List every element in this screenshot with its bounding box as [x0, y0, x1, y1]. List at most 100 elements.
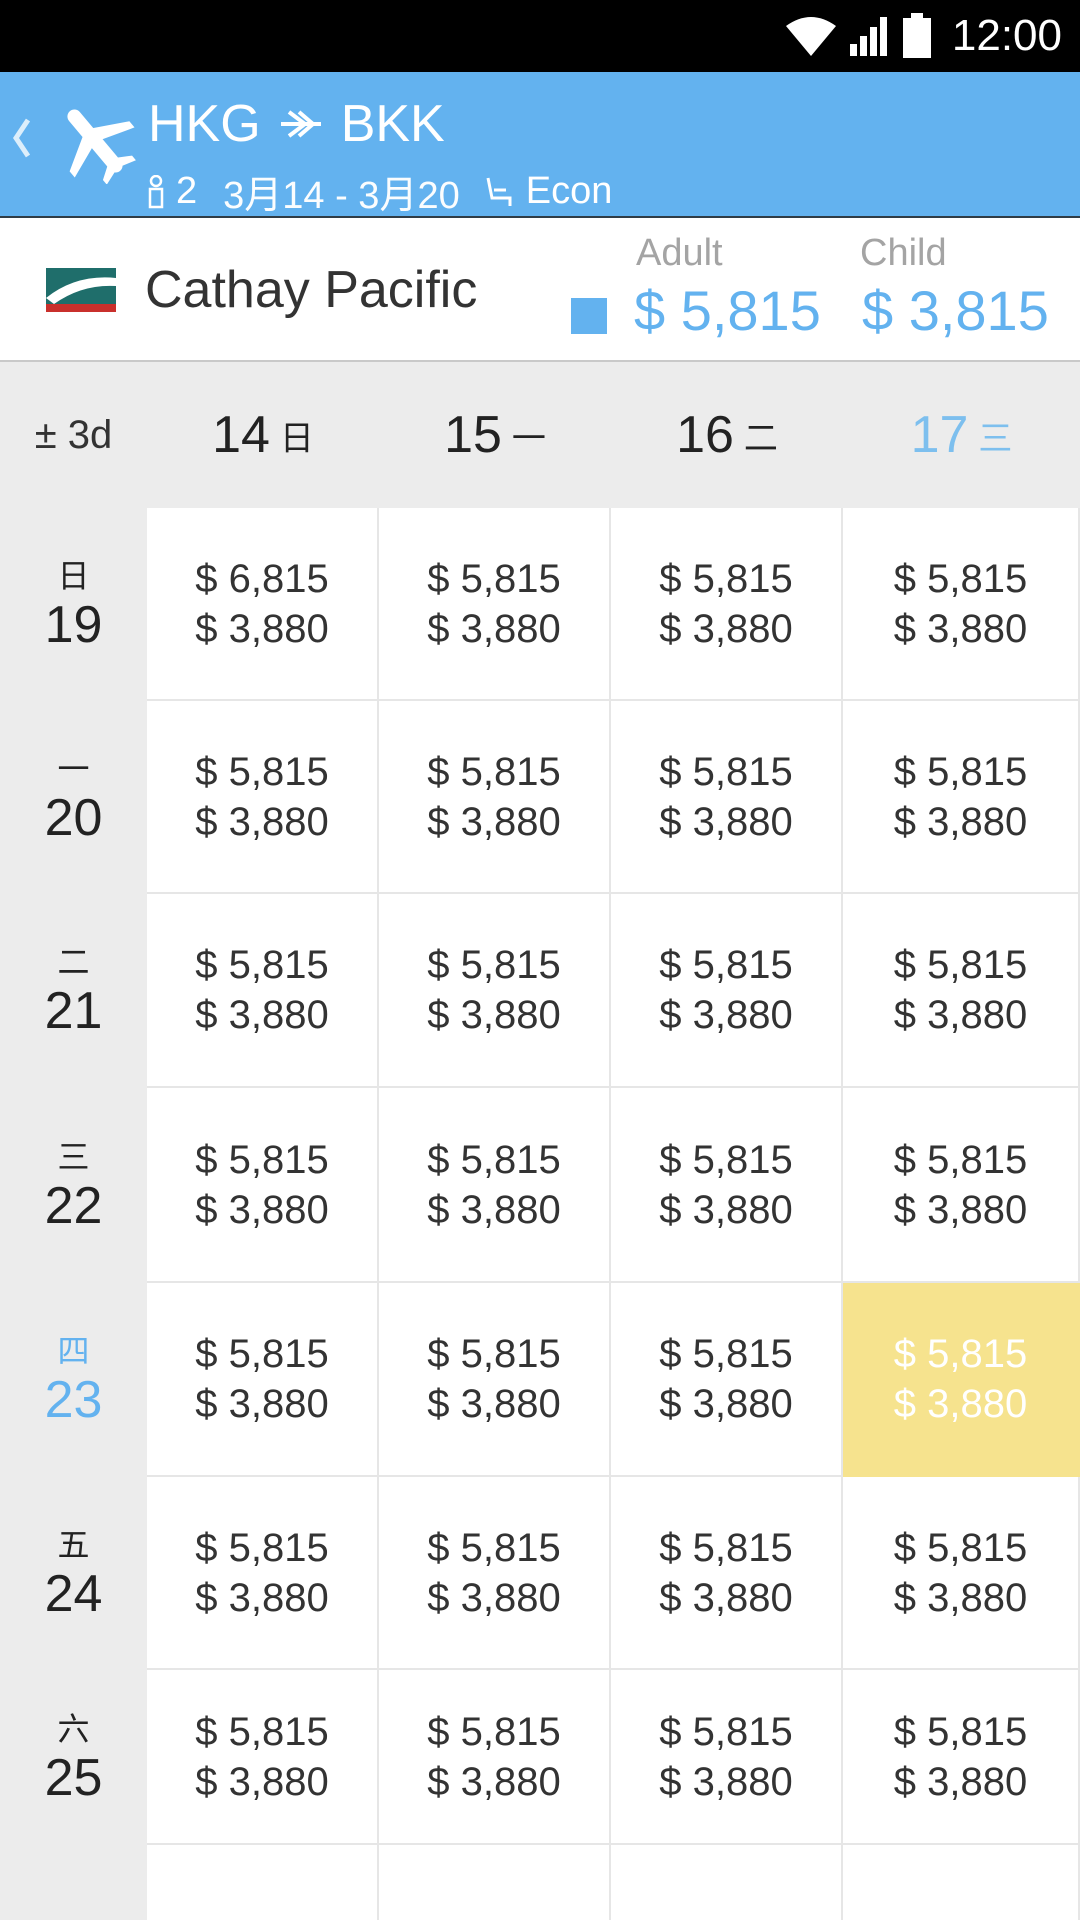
price-cell-selected[interactable]: $ 5,815 $ 3,880	[843, 1283, 1080, 1477]
price-cell[interactable]: $ 5,815 $ 3,880	[147, 1477, 379, 1670]
price-cell[interactable]: $ 5,815 $ 3,880	[843, 701, 1080, 894]
child-fare: $ 3,880	[195, 606, 329, 651]
child-fare: $ 3,880	[893, 606, 1028, 651]
child-fare: $ 3,880	[659, 1759, 793, 1804]
price-cell[interactable]: $ 5,815 $ 3,880	[611, 894, 843, 1088]
child-price: $ 3,815	[862, 279, 1049, 342]
column-weekday: 三	[978, 419, 1013, 458]
adult-fare: $ 5,815	[893, 556, 1028, 601]
row-weekday: 日	[57, 557, 90, 594]
child-fare: $ 3,880	[659, 1187, 793, 1232]
row-header[interactable]: 五 24	[0, 1477, 147, 1670]
child-fare: $ 3,880	[427, 1382, 561, 1426]
row-weekday: 五	[57, 1526, 90, 1563]
column-header-selected[interactable]: 17 三	[843, 362, 1080, 508]
child-fare: $ 3,880	[893, 1382, 1028, 1426]
adult-fare: $ 5,815	[195, 1709, 329, 1754]
price-cell[interactable]: $ 5,815 $ 3,880	[147, 701, 379, 894]
price-cell[interactable]: $ 5,815 $ 3,880	[379, 701, 611, 894]
price-cell[interactable]: $ 5,815 $ 3,880	[843, 1670, 1080, 1845]
date-range-toggle[interactable]: ± 3d	[0, 362, 147, 508]
adult-fare: $ 5,815	[893, 1709, 1028, 1754]
price-cell-partial	[611, 1845, 843, 1920]
column-header[interactable]: 14 日	[147, 362, 379, 508]
row-header-selected[interactable]: 四 23	[0, 1283, 147, 1477]
price-color-marker	[571, 298, 607, 334]
price-cell[interactable]: $ 5,815 $ 3,880	[147, 894, 379, 1088]
column-header[interactable]: 15 一	[379, 362, 611, 508]
row-date: 20	[44, 788, 103, 847]
price-cell[interactable]: $ 5,815 $ 3,880	[611, 1283, 843, 1477]
adult-fare: $ 5,815	[427, 1525, 561, 1570]
adult-fare: $ 5,815	[659, 1332, 793, 1376]
row-header-partial	[0, 1845, 147, 1920]
row-date: 23	[44, 1371, 103, 1429]
price-cell[interactable]: $ 5,815 $ 3,880	[379, 894, 611, 1088]
column-header[interactable]: 16 二	[611, 362, 843, 508]
price-cell[interactable]: $ 5,815 $ 3,880	[611, 1670, 843, 1845]
adult-fare: $ 5,815	[195, 1332, 329, 1376]
adult-fare: $ 5,815	[427, 556, 561, 601]
price-cell[interactable]: $ 5,815 $ 3,880	[611, 701, 843, 894]
adult-fare: $ 5,815	[659, 1137, 793, 1182]
price-cell[interactable]: $ 5,815 $ 3,880	[379, 1670, 611, 1845]
row-date: 24	[44, 1564, 103, 1623]
airline-summary[interactable]: Cathay Pacific Adult $ 5,815 Child $ 3,8…	[0, 218, 1080, 362]
adult-fare: $ 5,815	[427, 1332, 561, 1376]
price-cell[interactable]: $ 5,815 $ 3,880	[379, 1477, 611, 1670]
price-cell[interactable]: $ 5,815 $ 3,880	[379, 1283, 611, 1477]
child-fare: $ 3,880	[659, 993, 793, 1037]
date-range-label: ± 3d	[34, 412, 113, 457]
price-cell[interactable]: $ 5,815 $ 3,880	[379, 508, 611, 701]
status-bar: 12:00	[0, 0, 1080, 72]
price-cell[interactable]: $ 5,815 $ 3,880	[147, 1283, 379, 1477]
child-fare: $ 3,880	[659, 606, 793, 651]
child-fare: $ 3,880	[893, 799, 1028, 844]
child-fare: $ 3,880	[893, 1187, 1028, 1232]
row-date: 25	[44, 1748, 103, 1807]
row-header[interactable]: 二 21	[0, 894, 147, 1088]
row-header[interactable]: 三 22	[0, 1088, 147, 1283]
child-fare: $ 3,880	[195, 799, 329, 844]
child-fare: $ 3,880	[427, 1759, 561, 1804]
row-header[interactable]: 一 20	[0, 701, 147, 894]
adult-fare: $ 5,815	[195, 943, 329, 987]
price-cell[interactable]: $ 5,815 $ 3,880	[843, 1477, 1080, 1670]
child-fare: $ 3,880	[427, 1575, 561, 1620]
route-arrow-icon	[280, 110, 321, 138]
price-cell-partial	[843, 1845, 1080, 1920]
child-fare: $ 3,880	[195, 993, 329, 1037]
adult-fare: $ 5,815	[893, 749, 1028, 794]
adult-fare: $ 6,815	[195, 556, 329, 601]
price-cell[interactable]: $ 5,815 $ 3,880	[843, 894, 1080, 1088]
passenger-count: 2	[176, 170, 198, 212]
price-cell[interactable]: $ 5,815 $ 3,880	[843, 1088, 1080, 1283]
price-cell[interactable]: $ 5,815 $ 3,880	[611, 1477, 843, 1670]
price-cell[interactable]: $ 5,815 $ 3,880	[379, 1088, 611, 1283]
child-fare: $ 3,880	[427, 993, 561, 1037]
row-date: 22	[44, 1176, 103, 1235]
child-fare: $ 3,880	[659, 799, 793, 844]
row-date: 19	[44, 595, 103, 654]
plane-icon	[67, 109, 136, 184]
app-bar: HKG BKK 2 3月14 - 3月20 Econ	[0, 72, 1080, 218]
adult-price: $ 5,815	[634, 279, 821, 342]
child-fare: $ 3,880	[893, 1759, 1028, 1804]
status-icons: 12:00	[784, 0, 1062, 72]
row-weekday: 一	[57, 750, 90, 787]
row-weekday: 六	[57, 1710, 90, 1747]
price-cell[interactable]: $ 5,815 $ 3,880	[147, 1088, 379, 1283]
column-weekday: 一	[511, 419, 546, 458]
adult-fare: $ 5,815	[659, 1709, 793, 1754]
price-cell[interactable]: $ 5,815 $ 3,880	[147, 1670, 379, 1845]
price-cell[interactable]: $ 5,815 $ 3,880	[843, 508, 1080, 701]
adult-fare: $ 5,815	[195, 1137, 329, 1182]
price-cell[interactable]: $ 5,815 $ 3,880	[611, 508, 843, 701]
row-header[interactable]: 日 19	[0, 508, 147, 701]
price-cell[interactable]: $ 5,815 $ 3,880	[611, 1088, 843, 1283]
row-header[interactable]: 六 25	[0, 1670, 147, 1845]
price-cell[interactable]: $ 6,815 $ 3,880	[147, 508, 379, 701]
child-fare: $ 3,880	[427, 1187, 561, 1232]
back-chevron-icon[interactable]	[10, 116, 32, 160]
adult-label: Adult	[636, 232, 723, 274]
